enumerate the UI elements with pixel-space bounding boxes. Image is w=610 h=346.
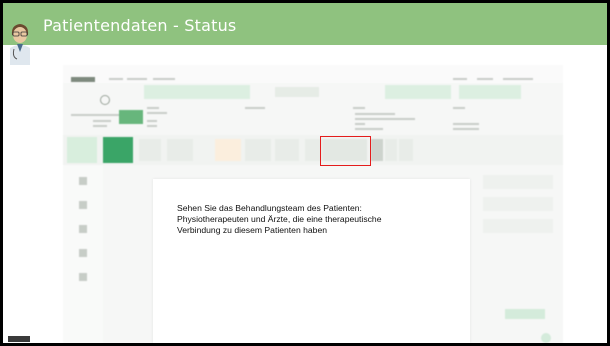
caption-line: Verbindung zu diesem Patienten haben xyxy=(177,225,328,236)
caption-panel: Sehen Sie das Behandlungsteam des Patien… xyxy=(153,179,470,343)
slide-title: Patientendaten - Status xyxy=(43,16,237,35)
brand-logo xyxy=(8,336,30,342)
home-button[interactable] xyxy=(67,137,97,163)
app-logo-icon xyxy=(71,77,95,82)
caption-text: Sehen Sie das Behandlungsteam des Patien… xyxy=(177,203,457,237)
patient-avatar-icon xyxy=(100,95,110,105)
caption-line: Sehen Sie das Behandlungsteam des Patien… xyxy=(177,203,362,213)
status-button[interactable] xyxy=(103,137,133,163)
title-bar: Patientendaten - Status xyxy=(3,3,607,45)
app-topbar xyxy=(63,65,563,83)
slide: Patientendaten - Status Sehen Sie das Be… xyxy=(3,3,607,343)
doctor-avatar-icon xyxy=(10,24,30,65)
highlight-box xyxy=(320,136,371,166)
caption-line: Physiotherapeuten und Ärzte, die eine th… xyxy=(177,214,382,225)
